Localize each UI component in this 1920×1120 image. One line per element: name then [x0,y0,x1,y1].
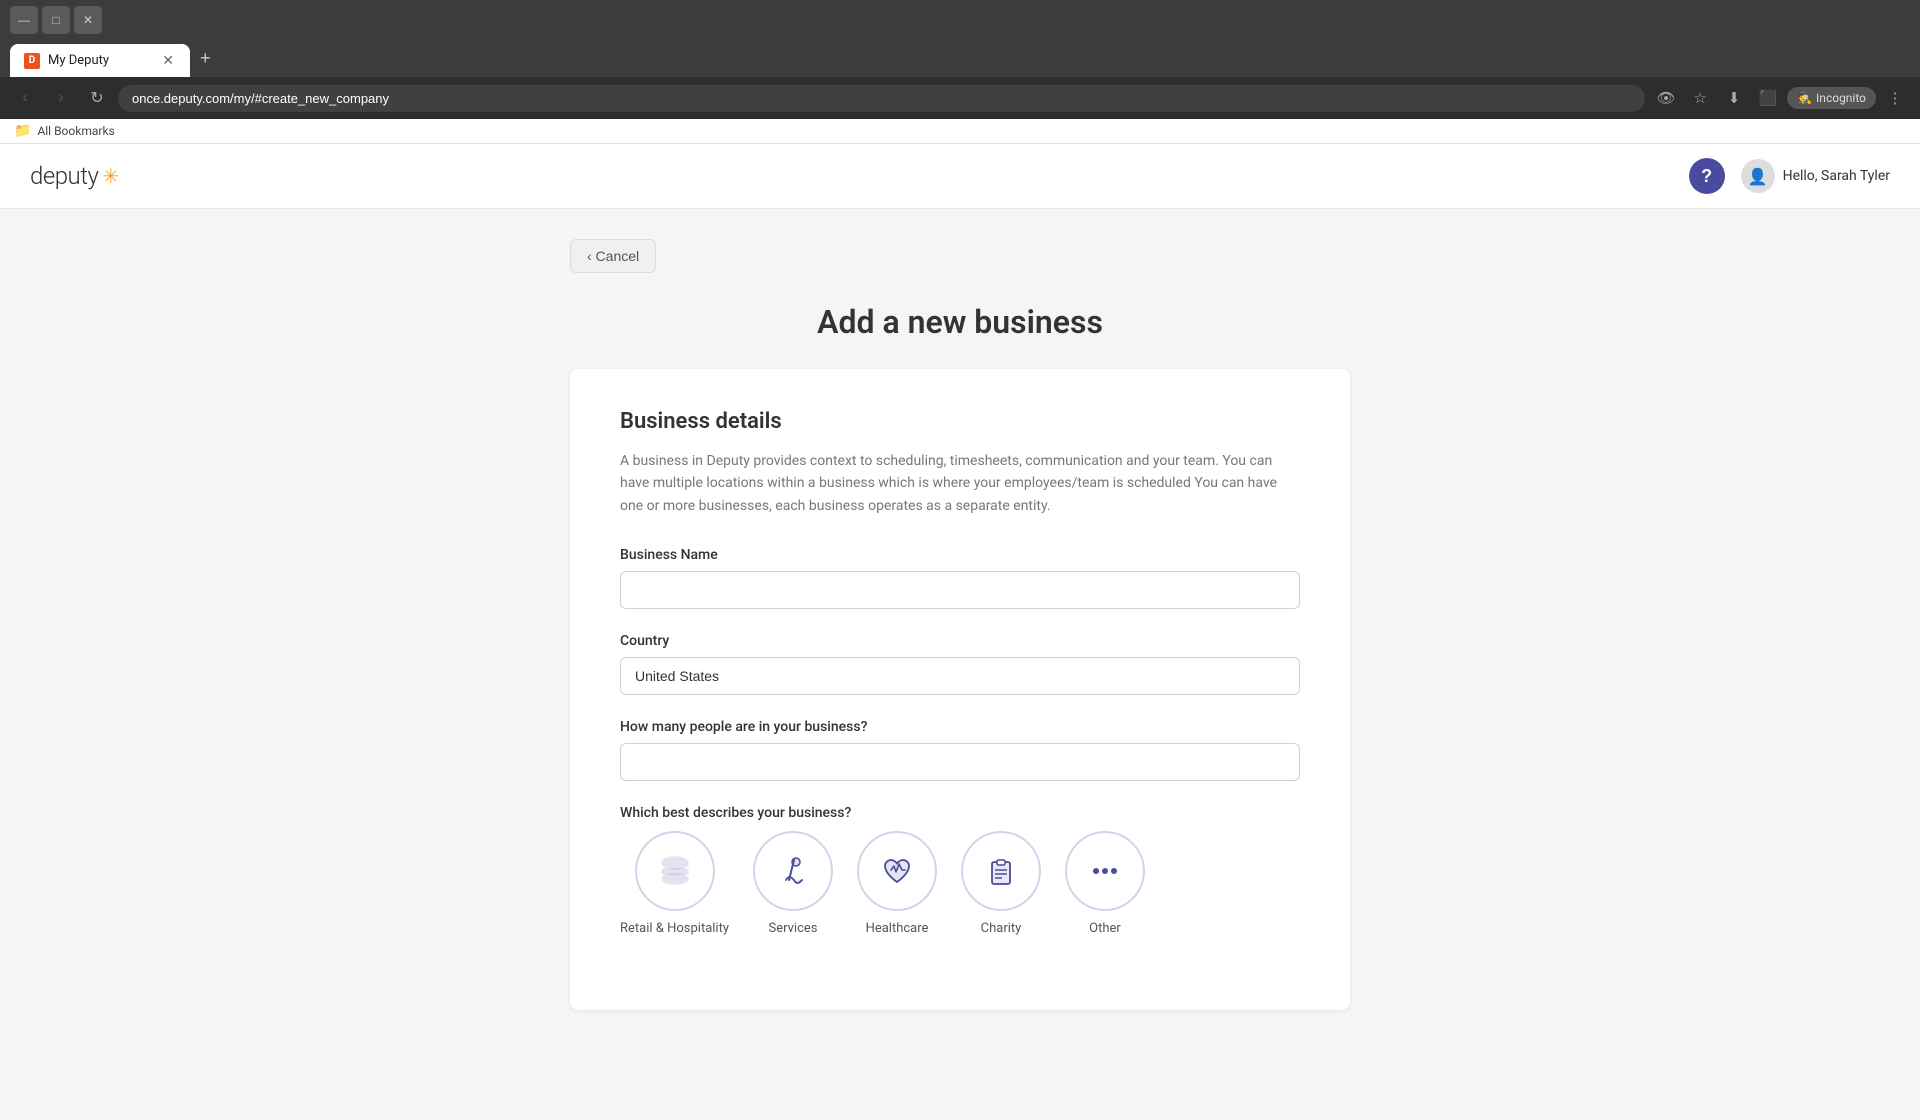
incognito-label: Incognito [1816,91,1866,105]
people-label: How many people are in your business? [620,719,1300,735]
country-input[interactable] [620,657,1300,695]
retail-label: Retail & Hospitality [620,921,729,936]
business-type-services[interactable]: Services [753,831,833,936]
bookmarks-bar: 📁 All Bookmarks [0,119,1920,144]
business-name-field-group: Business Name [620,547,1300,609]
section-desc: A business in Deputy provides context to… [620,450,1300,517]
bookmark-star-btn[interactable]: ☆ [1685,83,1715,113]
browser-titlebar: — □ ✕ [0,0,1920,40]
business-name-input[interactable] [620,571,1300,609]
window-close-btn[interactable]: ✕ [74,6,102,34]
business-type-charity[interactable]: Charity [961,831,1041,936]
logo-text: deputy [30,162,98,190]
other-icon [1065,831,1145,911]
tab-bar: D My Deputy ✕ + [0,40,1920,77]
new-tab-btn[interactable]: + [190,40,221,77]
browser-chrome: — □ ✕ D My Deputy ✕ + ‹ › ↻ 👁 ☆ ⬇ ⬛ 🕵 In… [0,0,1920,119]
services-label: Services [769,921,818,936]
app-header: deputy ✳ ? 👤 Hello, Sarah Tyler [0,144,1920,209]
country-label: Country [620,633,1300,649]
window-minimize-btn[interactable]: — [10,6,38,34]
tab-title: My Deputy [48,53,152,68]
form-card: Business details A business in Deputy pr… [570,369,1350,1010]
download-btn[interactable]: ⬇ [1719,83,1749,113]
healthcare-icon [857,831,937,911]
retail-icon [635,831,715,911]
hide-icon-btn[interactable]: 👁 [1651,83,1681,113]
nav-forward-btn[interactable]: › [46,83,76,113]
tablet-btn[interactable]: ⬛ [1753,83,1783,113]
business-type-retail[interactable]: Retail & Hospitality [620,831,729,936]
tab-close-btn[interactable]: ✕ [160,52,176,69]
active-tab[interactable]: D My Deputy ✕ [10,44,190,77]
business-type-label: Which best describes your business? [620,805,1300,821]
charity-label: Charity [981,921,1022,936]
business-type-healthcare[interactable]: Healthcare [857,831,937,936]
browser-nav-icons: 👁 ☆ ⬇ ⬛ 🕵 Incognito ⋮ [1651,83,1910,113]
window-maximize-btn[interactable]: □ [42,6,70,34]
logo-star-icon: ✳ [102,164,119,188]
services-icon [753,831,833,911]
user-name: Hello, Sarah Tyler [1783,168,1890,184]
people-field-group: How many people are in your business? [620,719,1300,781]
people-input[interactable] [620,743,1300,781]
page-content: ‹ Cancel Add a new business Business det… [0,209,1920,1120]
bookmarks-folder-icon: 📁 [14,123,31,139]
browser-nav: ‹ › ↻ 👁 ☆ ⬇ ⬛ 🕵 Incognito ⋮ [0,77,1920,119]
page-header-actions: ‹ Cancel [570,239,1350,293]
address-bar[interactable] [118,85,1645,112]
user-info[interactable]: 👤 Hello, Sarah Tyler [1741,159,1890,193]
tab-favicon: D [24,53,40,69]
avatar: 👤 [1741,159,1775,193]
incognito-icon: 🕵 [1797,91,1812,105]
healthcare-label: Healthcare [866,921,929,936]
section-title: Business details [620,409,1300,434]
business-name-label: Business Name [620,547,1300,563]
more-menu-btn[interactable]: ⋮ [1880,83,1910,113]
business-type-field-group: Which best describes your business? Reta… [620,805,1300,936]
nav-back-btn[interactable]: ‹ [10,83,40,113]
business-type-other[interactable]: Other [1065,831,1145,936]
all-bookmarks-link[interactable]: All Bookmarks [37,124,114,138]
cancel-button[interactable]: ‹ Cancel [570,239,656,273]
header-right: ? 👤 Hello, Sarah Tyler [1689,158,1890,194]
help-button[interactable]: ? [1689,158,1725,194]
business-types: Retail & Hospitality Services [620,831,1300,936]
incognito-badge[interactable]: 🕵 Incognito [1787,87,1876,109]
page-title: Add a new business [20,303,1900,341]
other-label: Other [1089,921,1121,936]
nav-refresh-btn[interactable]: ↻ [82,83,112,113]
country-field-group: Country [620,633,1300,695]
charity-icon [961,831,1041,911]
app-logo[interactable]: deputy ✳ [30,162,119,190]
